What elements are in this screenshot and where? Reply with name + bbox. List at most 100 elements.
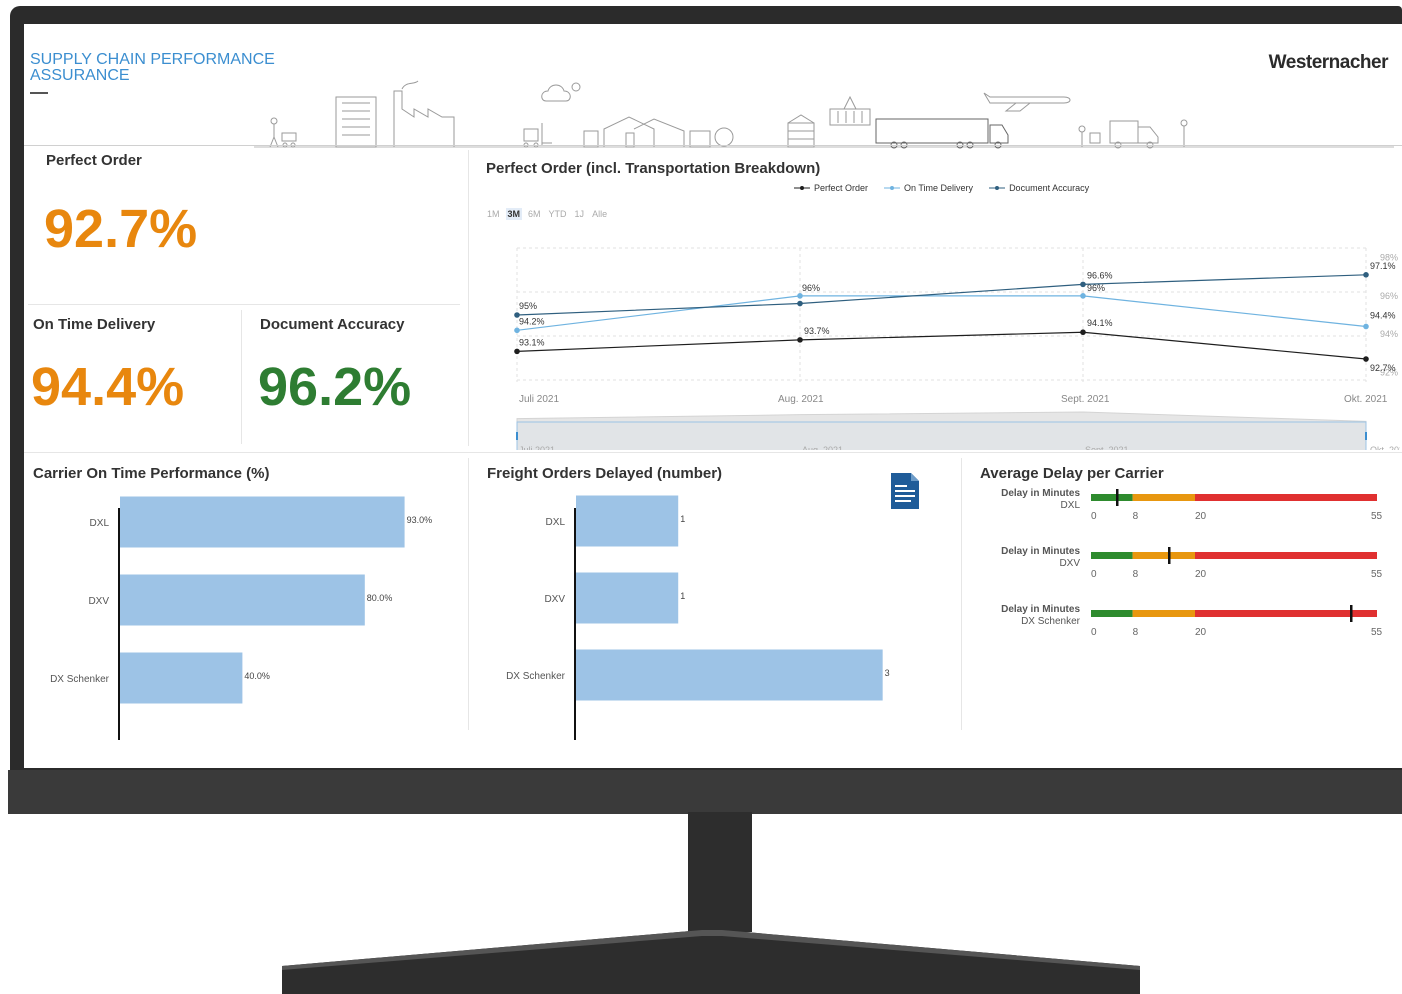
navigator-window: [516, 421, 1367, 450]
kpi-on-time-value[interactable]: 94.4%: [31, 356, 184, 418]
bullet-marker: [1168, 547, 1171, 564]
y-tick-label: 96%: [1380, 291, 1398, 301]
value-label: 3: [885, 668, 890, 678]
divider-top-vertical: [468, 150, 469, 446]
average-delay-bullets: Delay in Minutes DXL 0 8 20 55 Delay in Minute…: [974, 488, 1394, 708]
bullet-row[interactable]: Delay in Minutes DXV 0 8 20 55: [974, 546, 1394, 596]
title-underline: [30, 92, 48, 94]
bullet-gauge: 0 8 20 55: [1091, 489, 1383, 522]
bullet-band-green: [1091, 494, 1133, 501]
data-label: 92.7%: [1370, 363, 1396, 373]
legend-label: On Time Delivery: [904, 183, 974, 193]
value-label: 1: [680, 514, 685, 524]
bullet-row[interactable]: Delay in Minutes DX Schenker 0 8 20 55: [974, 604, 1394, 654]
category-label: DXV: [544, 594, 565, 605]
category-label: DXL: [546, 517, 566, 528]
bullet-band-orange: [1132, 494, 1195, 501]
bullet-band-orange: [1132, 610, 1195, 617]
bullet-tick-label: 55: [1371, 627, 1383, 638]
data-point: [1080, 281, 1086, 288]
bullet-tick-label: 20: [1195, 511, 1207, 522]
factory-icon: [393, 80, 455, 147]
value-label: 40.0%: [244, 671, 270, 681]
bullet-tick-label: 20: [1195, 627, 1207, 638]
bullet-tick-label: 8: [1133, 511, 1139, 522]
data-label: 93.7%: [804, 326, 830, 336]
line-chart-title: Perfect Order (incl. Transportation Brea…: [486, 160, 821, 177]
navigator-label: Okt. 2021: [1370, 445, 1400, 450]
average-delay-title: Average Delay per Carrier: [980, 465, 1164, 482]
monitor-chin: [8, 770, 1402, 814]
bullet-gauge: 0 8 20 55: [1091, 547, 1383, 580]
bullet-row[interactable]: Delay in Minutes DXL 0 8 20 55: [974, 488, 1394, 538]
x-tick-label: Aug. 2021: [778, 394, 824, 405]
bullet-tick-label: 0: [1091, 569, 1097, 580]
legend-perfect-order[interactable]: Perfect Order: [794, 183, 868, 193]
navigator-handle-left: [516, 432, 518, 440]
data-point: [1080, 293, 1086, 299]
kpi-doc-accuracy-label: Document Accuracy: [260, 316, 405, 333]
bullet-band-red: [1195, 494, 1377, 501]
container-icon: [829, 95, 871, 126]
forklift-icon: [523, 123, 552, 148]
monitor-stand-base: [282, 930, 1140, 994]
range-navigator[interactable]: Juli 2021 Aug. 2021 Sept. 2021 Okt. 2021: [516, 411, 1400, 450]
data-point: [1363, 323, 1369, 330]
kpi-doc-accuracy-value[interactable]: 96.2%: [258, 356, 411, 418]
data-point: [1363, 272, 1369, 278]
bullet-band-orange: [1132, 552, 1195, 559]
data-label: 96.6%: [1087, 270, 1113, 280]
bullet-tick-label: 55: [1371, 511, 1383, 522]
perfect-order-line-chart: 98%96%94%92%Juli 2021 Aug. 2021 Sept. 2021…: [514, 247, 1400, 450]
kpi-perfect-order-label: Perfect Order: [46, 152, 142, 169]
office-building-icon: [335, 96, 377, 148]
bar: [576, 572, 679, 624]
legend-doc-accuracy[interactable]: Document Accuracy: [989, 183, 1089, 193]
legend-on-time[interactable]: On Time Delivery: [884, 183, 973, 193]
data-label: 93.1%: [519, 337, 545, 347]
header-divider: [24, 145, 1402, 146]
town-icon: [583, 116, 734, 148]
bullet-tick-label: 0: [1091, 627, 1097, 638]
data-point: [797, 293, 803, 299]
bullet-band-green: [1091, 552, 1133, 559]
dashboard-screen: SUPPLY CHAIN PERFORMANCE ASSURANCE Weste…: [24, 24, 1402, 768]
bar: [120, 652, 243, 704]
title-line-1: SUPPLY CHAIN PERFORMANCE: [30, 51, 275, 68]
data-point: [797, 337, 803, 343]
x-tick-label: Okt. 2021: [1344, 394, 1388, 405]
series-line: [516, 295, 1367, 331]
supply-chain-illustration: [254, 80, 1394, 149]
bullet-band-red: [1195, 610, 1377, 617]
worker-cart-icon: [269, 117, 297, 148]
freight-delayed-bar-chart: DXL 1 DXV 1 DX Schenker 3: [506, 495, 890, 740]
divider-bottom-right: [961, 458, 962, 730]
kpi-perfect-order-value[interactable]: 92.7%: [44, 198, 197, 260]
navigator-label: Sept. 2021: [1085, 445, 1129, 450]
truck-icon: [875, 118, 1009, 149]
dashboard-title: SUPPLY CHAIN PERFORMANCE ASSURANCE: [30, 52, 275, 84]
x-tick-label: Sept. 2021: [1061, 394, 1110, 405]
value-label: 80.0%: [367, 593, 393, 603]
category-label: DXL: [90, 518, 110, 529]
category-label: DXV: [88, 596, 109, 607]
category-label: DX Schenker: [506, 671, 566, 682]
data-label: 94.2%: [519, 316, 545, 326]
bar: [120, 574, 365, 626]
data-label: 94.4%: [1370, 310, 1396, 320]
bullet-marker: [1116, 489, 1119, 506]
bullet-tick-label: 0: [1091, 511, 1097, 522]
bullet-tick-label: 20: [1195, 569, 1207, 580]
data-point: [1363, 356, 1369, 362]
title-line-2: ASSURANCE: [30, 67, 130, 84]
navigator-label: Aug. 2021: [802, 445, 843, 450]
bullet-marker: [1350, 605, 1353, 622]
navigator-label: Juli 2021: [519, 445, 555, 450]
legend-label: Document Accuracy: [1009, 183, 1090, 193]
data-label: 95%: [519, 301, 537, 311]
airplane-icon: [983, 92, 1071, 112]
line-chart-legend: Perfect Order On Time Delivery Document …: [794, 183, 1089, 193]
bullet-band-red: [1195, 552, 1377, 559]
monitor-stand-neck: [688, 812, 752, 932]
value-label: 93.0%: [407, 515, 433, 525]
